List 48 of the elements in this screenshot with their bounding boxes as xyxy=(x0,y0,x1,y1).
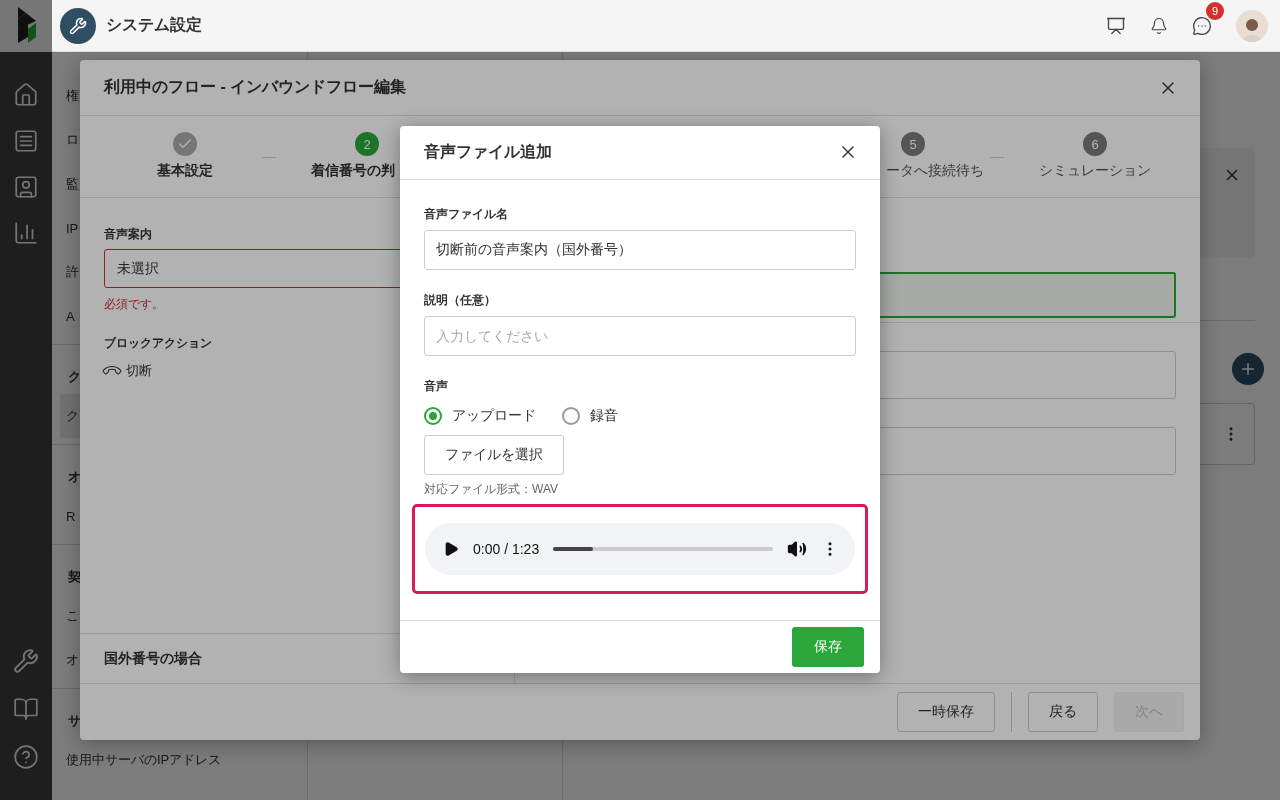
volume-icon[interactable] xyxy=(787,538,807,559)
notification-badge: 9 xyxy=(1206,1,1224,20)
list-icon[interactable] xyxy=(13,128,39,154)
file-name-field[interactable]: 切断前の音声案内（国外番号） xyxy=(424,229,856,270)
field-label: 音声案内 xyxy=(104,226,152,243)
tools-icon xyxy=(60,7,96,44)
radio-label: アップロード xyxy=(452,406,536,425)
footer-button[interactable]: 一時保存 xyxy=(897,692,995,732)
avatar[interactable] xyxy=(1236,9,1268,42)
branch-title: 国外番号の場合 xyxy=(104,649,202,668)
choose-file-button[interactable]: ファイルを選択 xyxy=(424,434,564,475)
field-label: 音声 xyxy=(424,377,448,395)
radio-button[interactable] xyxy=(562,406,580,425)
save-button[interactable]: 保存 xyxy=(792,626,864,667)
page-title: システム設定 xyxy=(106,15,202,35)
step-marker: 6 xyxy=(1083,132,1107,156)
step-label: シミュレーション xyxy=(1039,162,1151,180)
modal-title: 利用中のフロー - インバウンドフロー編集 xyxy=(104,77,407,97)
chat-icon[interactable] xyxy=(1192,15,1212,36)
step-label: ータへ接続待ち xyxy=(886,162,984,180)
step-marker: 5 xyxy=(901,132,925,156)
radio-button[interactable] xyxy=(424,406,442,425)
step-label: 基本設定 xyxy=(157,162,213,180)
nav-item[interactable]: 使用中サーバのIPアドレス xyxy=(52,738,307,782)
home-icon[interactable] xyxy=(13,82,39,108)
action-label: 切断 xyxy=(126,362,152,380)
book-icon[interactable] xyxy=(13,696,39,722)
footer-button[interactable]: 戻る xyxy=(1028,692,1098,732)
play-icon[interactable] xyxy=(443,540,459,557)
error-message: 必須です。 xyxy=(104,296,164,313)
step-label: 着信番号の判 xyxy=(311,162,395,180)
progress-track[interactable] xyxy=(553,546,773,551)
step-marker: 2 xyxy=(355,132,379,156)
add-button[interactable] xyxy=(1232,353,1264,385)
chart-icon[interactable] xyxy=(13,220,39,246)
field-label: 説明（任意） xyxy=(424,291,496,309)
presentation-icon[interactable] xyxy=(1106,15,1126,36)
wrench-icon[interactable] xyxy=(13,648,39,674)
radio-label: 録音 xyxy=(590,406,618,425)
dialog-title: 音声ファイル追加 xyxy=(424,141,552,162)
description-field[interactable]: 入力してください xyxy=(424,315,856,356)
plus-icon xyxy=(1239,360,1257,378)
time-display: 0:00 / 1:23 xyxy=(473,540,540,557)
field-label: 音声ファイル名 xyxy=(424,205,508,223)
help-icon[interactable] xyxy=(13,744,39,770)
format-note: 対応ファイル形式：WAV xyxy=(424,480,558,498)
contact-icon[interactable] xyxy=(13,174,39,200)
bell-icon[interactable] xyxy=(1150,16,1168,35)
